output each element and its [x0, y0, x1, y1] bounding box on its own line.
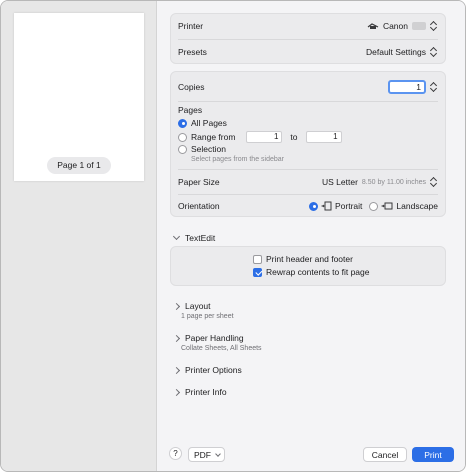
printer-presets-group: Printer Canon Presets Default Settings: [170, 13, 446, 64]
textedit-section-toggle[interactable]: TextEdit: [172, 232, 216, 243]
paper-size-label: Paper Size: [178, 177, 220, 187]
chevron-right-icon: [172, 302, 181, 310]
chevron-right-icon: [172, 388, 181, 396]
page-counter: Page 1 of 1: [47, 157, 111, 174]
print-dialog: Page 1 of 1 Printer Canon Presets Defaul…: [0, 0, 466, 472]
presets-label: Presets: [178, 47, 207, 57]
range-option[interactable]: Range from 1 to 1: [178, 131, 342, 143]
printer-options-section-label: Printer Options: [185, 365, 242, 375]
orientation-row: Orientation Portrait Landscape: [171, 194, 445, 218]
portrait-icon: [321, 201, 332, 211]
presets-popup[interactable]: Default Settings: [366, 46, 438, 58]
printer-name-redacted: [412, 22, 426, 30]
print-header-checkbox[interactable]: [253, 254, 262, 264]
printer-info-section-toggle[interactable]: Printer Info: [172, 387, 227, 397]
chevron-down-icon: [215, 450, 221, 457]
all-pages-option[interactable]: All Pages: [178, 118, 227, 128]
paper-size-detail: 8.50 by 11.00 inches: [361, 178, 426, 186]
chevron-updown-icon: [430, 20, 438, 32]
textedit-group: Print header and footer Rewrap contents …: [170, 246, 446, 286]
landscape-radio[interactable]: [369, 201, 379, 211]
layout-section-label: Layout: [185, 301, 211, 311]
all-pages-label: All Pages: [191, 118, 227, 128]
rewrap-checkbox[interactable]: [253, 267, 262, 277]
printer-row: Printer Canon: [171, 14, 445, 38]
rewrap-option[interactable]: Rewrap contents to fit page: [253, 267, 369, 277]
printer-options-section-toggle[interactable]: Printer Options: [172, 365, 242, 375]
selection-radio[interactable]: [178, 144, 187, 154]
range-end-field[interactable]: 1: [305, 131, 342, 143]
presets-row: Presets Default Settings: [171, 40, 445, 64]
paper-handling-section-toggle[interactable]: Paper Handling: [172, 333, 244, 343]
printer-popup[interactable]: Canon: [367, 20, 438, 32]
paper-size-value: US Letter: [322, 177, 358, 187]
landscape-label: Landscape: [396, 201, 438, 211]
printer-label: Printer: [178, 21, 204, 31]
textedit-section-label: TextEdit: [185, 233, 216, 243]
print-options-group: Copies 1 Pages All Pages Range from 1 to…: [170, 71, 446, 217]
layout-summary: 1 page per sheet: [181, 313, 234, 320]
layout-section-toggle[interactable]: Layout: [172, 301, 211, 311]
print-header-label: Print header and footer: [266, 254, 353, 264]
copies-label: Copies: [178, 82, 205, 92]
range-to-label: to: [290, 132, 298, 142]
pdf-label: PDF: [194, 449, 211, 460]
cancel-button[interactable]: Cancel: [363, 447, 407, 462]
copies-row: Copies 1: [171, 75, 445, 99]
selection-option[interactable]: Selection: [178, 144, 226, 154]
chevron-down-icon: [172, 232, 181, 241]
orientation-label: Orientation: [178, 201, 220, 211]
range-start-field[interactable]: 1: [246, 131, 283, 143]
chevron-right-icon: [172, 366, 181, 374]
selection-hint: Select pages from the sidebar: [191, 156, 284, 163]
printer-icon: [367, 23, 379, 29]
chevron-updown-icon: [430, 46, 438, 58]
copies-field[interactable]: 1: [388, 80, 426, 94]
paper-size-row: Paper Size US Letter 8.50 by 11.00 inche…: [171, 170, 445, 194]
rewrap-label: Rewrap contents to fit page: [266, 267, 370, 277]
paper-handling-summary: Collate Sheets, All Sheets: [181, 345, 262, 352]
chevron-updown-icon: [430, 176, 438, 188]
all-pages-radio[interactable]: [178, 118, 187, 128]
print-header-option[interactable]: Print header and footer: [253, 254, 353, 264]
printer-value: Canon: [382, 21, 408, 31]
chevron-right-icon: [172, 334, 181, 342]
range-radio[interactable]: [178, 132, 187, 142]
portrait-label: Portrait: [335, 201, 363, 211]
copies-value: 1: [416, 82, 421, 92]
landscape-option[interactable]: Landscape: [369, 201, 438, 211]
divider: [178, 101, 438, 102]
copies-stepper[interactable]: [430, 81, 438, 93]
paper-size-popup[interactable]: US Letter 8.50 by 11.00 inches: [322, 176, 438, 188]
preview-pane: Page 1 of 1: [1, 1, 157, 471]
presets-value: Default Settings: [365, 47, 426, 57]
landscape-icon: [381, 202, 393, 210]
paper-handling-section-label: Paper Handling: [185, 333, 244, 343]
pages-label: Pages: [178, 105, 203, 115]
range-from-label: Range from: [191, 132, 236, 142]
portrait-option[interactable]: Portrait: [309, 201, 362, 211]
portrait-radio[interactable]: [309, 201, 318, 211]
page-preview: [14, 13, 144, 181]
printer-info-section-label: Printer Info: [185, 387, 227, 397]
print-button[interactable]: Print: [412, 447, 454, 462]
settings-pane: Printer Canon Presets Default Settings C…: [158, 1, 465, 471]
selection-label: Selection: [191, 144, 226, 154]
help-button[interactable]: ?: [169, 447, 182, 460]
pdf-menu-button[interactable]: PDF: [188, 447, 225, 462]
